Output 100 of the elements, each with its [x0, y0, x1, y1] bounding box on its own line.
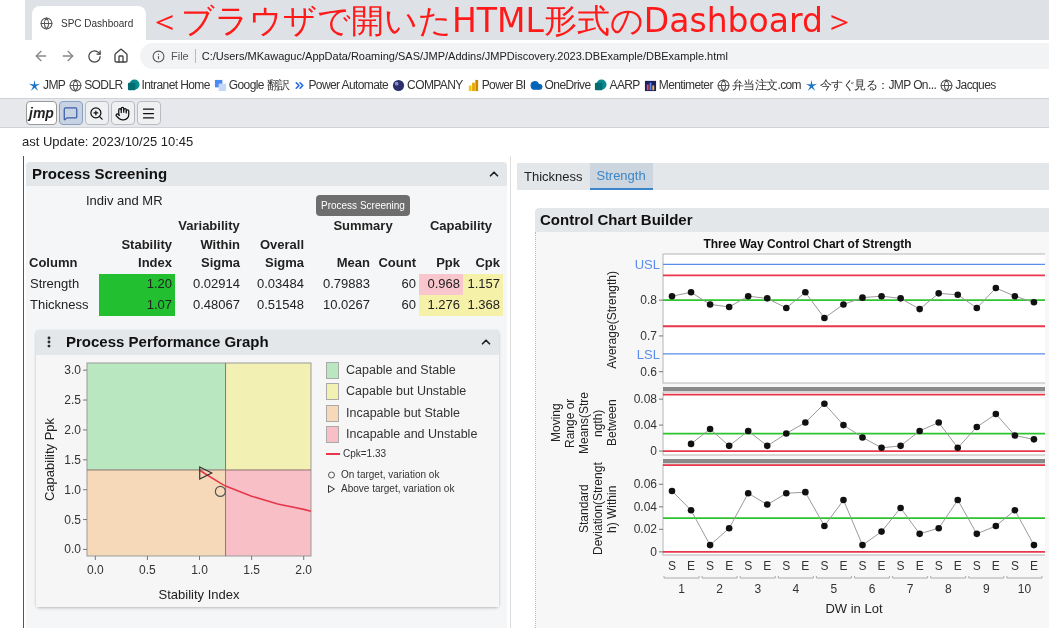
address-bar[interactable]: File C:/Users/MKawaguc/AppData/Roaming/SAS/JMP/Addins/JMPDiscovery.2023.DBExample/DBExample.html — [140, 43, 1049, 69]
reload-icon[interactable] — [87, 48, 102, 64]
chart-icon — [643, 78, 657, 92]
column-header: Ppk — [436, 253, 460, 272]
tick-label: 0.06 — [633, 477, 657, 492]
tick-label: S — [896, 559, 905, 573]
spec-limit-label: USL — [634, 257, 660, 273]
group-label: 6 — [868, 582, 876, 596]
bookmark[interactable]: Intranet Home — [141, 76, 210, 94]
back-icon[interactable] — [33, 48, 49, 64]
data-point — [744, 490, 752, 497]
cloud-icon — [529, 78, 543, 92]
home-icon[interactable] — [113, 48, 129, 64]
data-point — [763, 295, 771, 302]
table-cell-text: 0.51548 — [256, 296, 305, 315]
tick-label: 0.08 — [633, 392, 657, 407]
data-point — [878, 528, 885, 535]
tick-label: 0.0 — [87, 562, 104, 577]
axis-title: Standard Deviation(Strength) Within — [577, 461, 619, 557]
column-header: Cpk — [475, 253, 500, 272]
tick-label: 3.0 — [64, 362, 81, 377]
data-point — [878, 444, 885, 452]
hand-tool[interactable] — [110, 101, 135, 125]
axis-title: Average(Strength) — [605, 271, 619, 369]
annotate-tool[interactable] — [58, 101, 83, 125]
chart-title: Three Way Control Chart of Strength — [703, 236, 912, 253]
tick-label: 1.5 — [243, 562, 260, 577]
data-point — [859, 541, 866, 549]
data-point — [725, 303, 733, 311]
table-cell-text: 0.03484 — [256, 275, 305, 294]
group-label: 8 — [944, 582, 952, 596]
tick-label: E — [991, 559, 1000, 573]
bookmark[interactable]: 弁当注文.com — [731, 76, 801, 94]
data-point — [1011, 292, 1019, 300]
legend-label: Incapable but Stable — [346, 404, 460, 422]
bookmark[interactable]: SODLR — [84, 76, 123, 94]
table-cell: 1.368 — [463, 294, 503, 316]
bookmark[interactable]: COMPANY — [407, 76, 463, 94]
bookmark[interactable]: AARP — [609, 76, 640, 94]
spec-limit-label: LSL — [636, 346, 660, 362]
column-header: Count — [378, 253, 416, 272]
annotation-caption: ＜ブラウザで開いたHTML形式のDashboard＞ — [148, 4, 856, 37]
tick-label: 0.02 — [633, 522, 657, 537]
data-point — [821, 400, 828, 407]
tab[interactable]: Thickness — [517, 163, 590, 190]
hand-icon — [115, 105, 131, 121]
tick-label: S — [668, 559, 676, 573]
info-icon — [152, 49, 165, 63]
tick-label: S — [1010, 559, 1019, 573]
data-point — [821, 314, 828, 322]
data-point — [897, 442, 904, 450]
data-point — [725, 524, 733, 532]
bookmark[interactable]: OneDrive — [544, 76, 591, 94]
tick-label: S — [782, 559, 791, 573]
column-group-header: Capability — [429, 217, 493, 235]
bookmark[interactable]: 今すぐ見る：JMP On... — [820, 76, 937, 94]
forward-icon[interactable] — [60, 48, 76, 64]
data-point — [763, 442, 771, 450]
tick-label: 1.5 — [64, 452, 81, 467]
tick-label: E — [877, 559, 886, 573]
table-cell-text: Strength — [29, 275, 81, 294]
data-point — [992, 284, 1000, 292]
jmp-logo[interactable]: jmp — [26, 101, 57, 125]
column-header: Column — [29, 253, 78, 272]
data-point — [706, 301, 714, 308]
data-point — [1030, 436, 1038, 443]
bookmark[interactable]: Power BI — [481, 76, 526, 94]
bookmark[interactable]: Google 翻訳 — [228, 76, 290, 94]
bookmark[interactable]: JMP — [43, 76, 66, 94]
zoom-icon — [89, 105, 105, 121]
globe-icon — [716, 78, 730, 92]
data-point — [954, 291, 962, 299]
data-point — [783, 490, 790, 497]
circle-marker — [214, 485, 226, 497]
tick-label: 0.6 — [640, 364, 657, 379]
bookmark[interactable]: Power Automate — [308, 76, 389, 94]
triangle-marker-icon — [328, 484, 335, 493]
data-point — [878, 292, 885, 300]
table-cell: 0.968 — [419, 273, 463, 295]
translate-icon — [213, 78, 227, 92]
group-label: 7 — [906, 582, 914, 596]
group-label: 4 — [792, 582, 800, 596]
bookmark[interactable]: Mentimeter — [658, 76, 713, 94]
menu-button[interactable] — [136, 101, 161, 125]
table-cell: 1.20 — [99, 273, 175, 295]
tooltip: Process Screening — [316, 195, 410, 216]
table-cell-text: 0.79883 — [322, 275, 371, 294]
data-point — [706, 541, 714, 549]
figure-icon — [28, 78, 41, 92]
tick-label: E — [953, 559, 962, 573]
legend-label: On target, variation ok — [341, 468, 440, 482]
comment-icon — [63, 105, 79, 121]
table-cell-text: 0.48067 — [192, 296, 241, 315]
legend-label: Above target, variation ok — [341, 482, 455, 496]
bookmark[interactable]: Jacques — [955, 76, 996, 94]
browser-tab[interactable]: SPC Dashboard — [32, 6, 146, 40]
legend-label: Cpk=1.33 — [343, 447, 387, 461]
zoom-tool[interactable] — [84, 101, 109, 125]
tick-label: 0.8 — [640, 293, 657, 308]
data-point — [954, 496, 962, 504]
